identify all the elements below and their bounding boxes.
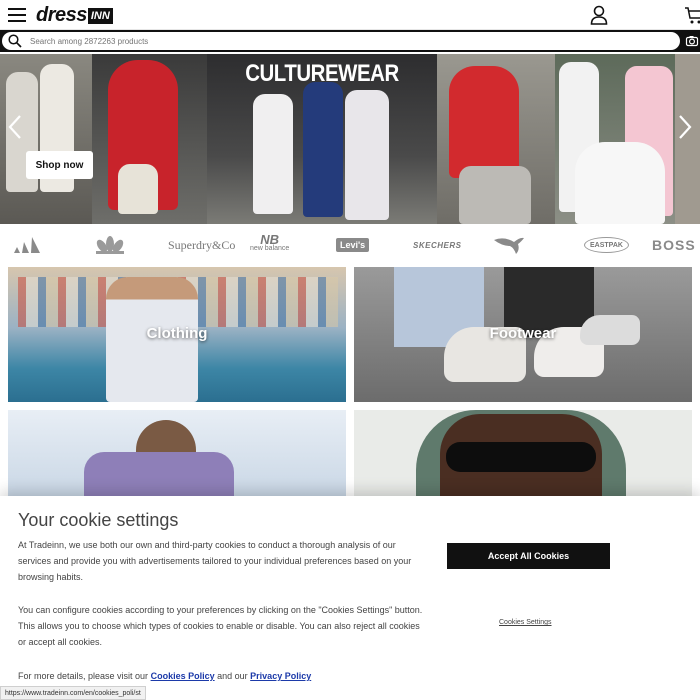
- new-balance-logo[interactable]: NB new balance: [250, 233, 290, 256]
- hero-panel-4: [437, 54, 555, 224]
- cookie-paragraph-3: For more details, please visit our Cooki…: [18, 668, 478, 684]
- levis-logo[interactable]: Levi's: [336, 238, 370, 252]
- search-icon[interactable]: [8, 34, 22, 48]
- cookie-banner: Your cookie settings At Tradeinn, we use…: [0, 496, 700, 700]
- cookie-paragraph-1: At Tradeinn, we use both our own and thi…: [18, 540, 412, 582]
- category-tile-4[interactable]: [354, 410, 692, 500]
- new-balance-label: new balance: [250, 245, 290, 252]
- superdry-logo[interactable]: Superdry&Co: [168, 234, 235, 256]
- camera-icon[interactable]: [683, 32, 700, 50]
- category-label-clothing: Clothing: [146, 325, 208, 342]
- category-tile-footwear[interactable]: Footwear: [354, 267, 692, 402]
- hamburger-menu-icon[interactable]: [8, 8, 26, 22]
- puma-logo-icon[interactable]: [492, 234, 526, 256]
- cookie-title: Your cookie settings: [18, 510, 179, 530]
- chevron-right-icon[interactable]: [676, 114, 694, 140]
- hero-banner[interactable]: CULTUREWEAR Shop now: [0, 54, 700, 224]
- cookies-settings-link[interactable]: Cookies Settings: [499, 619, 552, 626]
- accept-all-cookies-button[interactable]: Accept All Cookies: [447, 543, 610, 569]
- search-bar: [0, 30, 700, 52]
- logo-main-text: dress: [36, 4, 87, 26]
- category-label-footwear: Footwear: [489, 325, 557, 342]
- status-bar-url: https://www.tradeinn.com/en/cookies_poli…: [0, 686, 146, 700]
- cookie-policy-prefix: For more details, please visit our: [18, 671, 149, 681]
- eastpak-logo[interactable]: EASTPAK: [584, 237, 629, 253]
- brand-strip: Superdry&Co NB new balance Levi's SKECHE…: [0, 224, 700, 266]
- top-header: dress INN: [0, 0, 700, 30]
- hero-title: CULTUREWEAR: [245, 60, 399, 87]
- logo-box-text: INN: [87, 7, 113, 24]
- search-input[interactable]: [30, 32, 630, 50]
- boss-logo[interactable]: BOSS: [652, 234, 696, 256]
- skechers-logo[interactable]: SKECHERS: [413, 234, 461, 256]
- hero-panel-2: [92, 54, 207, 224]
- chevron-left-icon[interactable]: [6, 114, 24, 140]
- privacy-policy-link[interactable]: Privacy Policy: [250, 671, 311, 681]
- adidas-logo-icon[interactable]: [12, 234, 44, 256]
- cookie-policy-mid: and our: [217, 671, 248, 681]
- site-logo[interactable]: dress INN: [36, 4, 113, 27]
- user-icon[interactable]: [590, 5, 608, 25]
- hero-panel-5: [555, 54, 675, 224]
- search-field-wrapper[interactable]: [2, 32, 680, 50]
- adidas-originals-logo-icon[interactable]: [92, 234, 128, 256]
- shop-now-button[interactable]: Shop now: [26, 151, 93, 179]
- category-tile-clothing[interactable]: Clothing: [8, 267, 346, 402]
- category-tile-3[interactable]: [8, 410, 346, 500]
- cookie-paragraph-2: You can configure cookies according to y…: [18, 605, 423, 647]
- cookies-policy-link[interactable]: Cookies Policy: [151, 671, 215, 681]
- cart-icon[interactable]: [684, 5, 700, 25]
